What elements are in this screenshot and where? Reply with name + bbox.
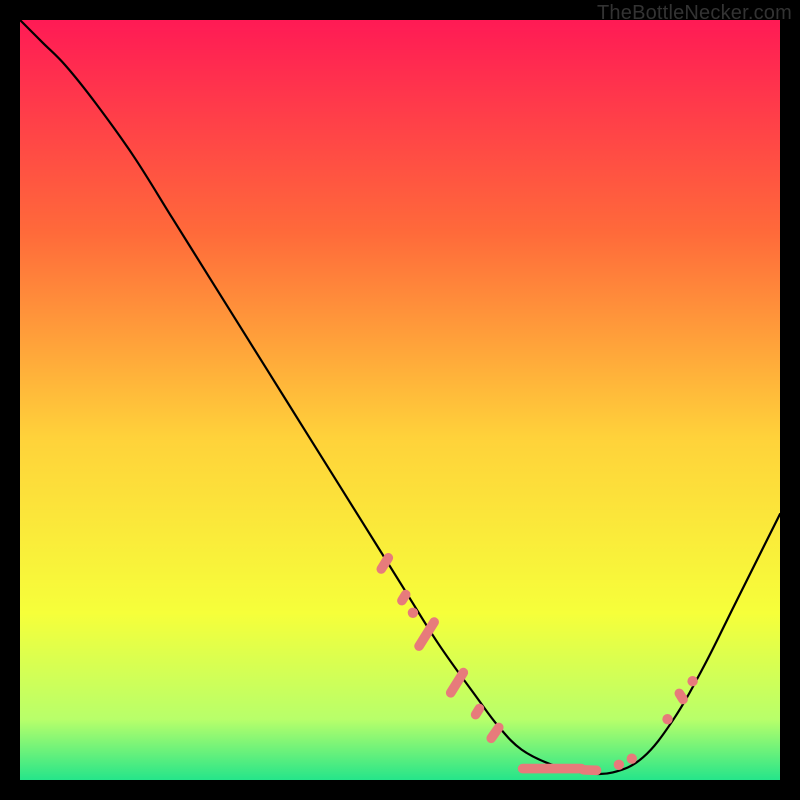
chart-canvas: TheBottleNecker.com	[0, 0, 800, 800]
chart-plot-area	[20, 20, 780, 780]
curve-marker-dot	[662, 714, 672, 724]
curve-marker-dot	[687, 676, 697, 686]
watermark-text: TheBottleNecker.com	[597, 2, 792, 25]
chart-svg	[20, 20, 780, 780]
curve-marker-dot	[408, 608, 418, 618]
curve-marker-dot	[627, 754, 637, 764]
curve-marker-segment	[518, 764, 586, 774]
plot-background-gradient	[20, 20, 780, 780]
curve-marker-dot	[614, 760, 624, 770]
curve-marker-segment	[578, 765, 601, 775]
